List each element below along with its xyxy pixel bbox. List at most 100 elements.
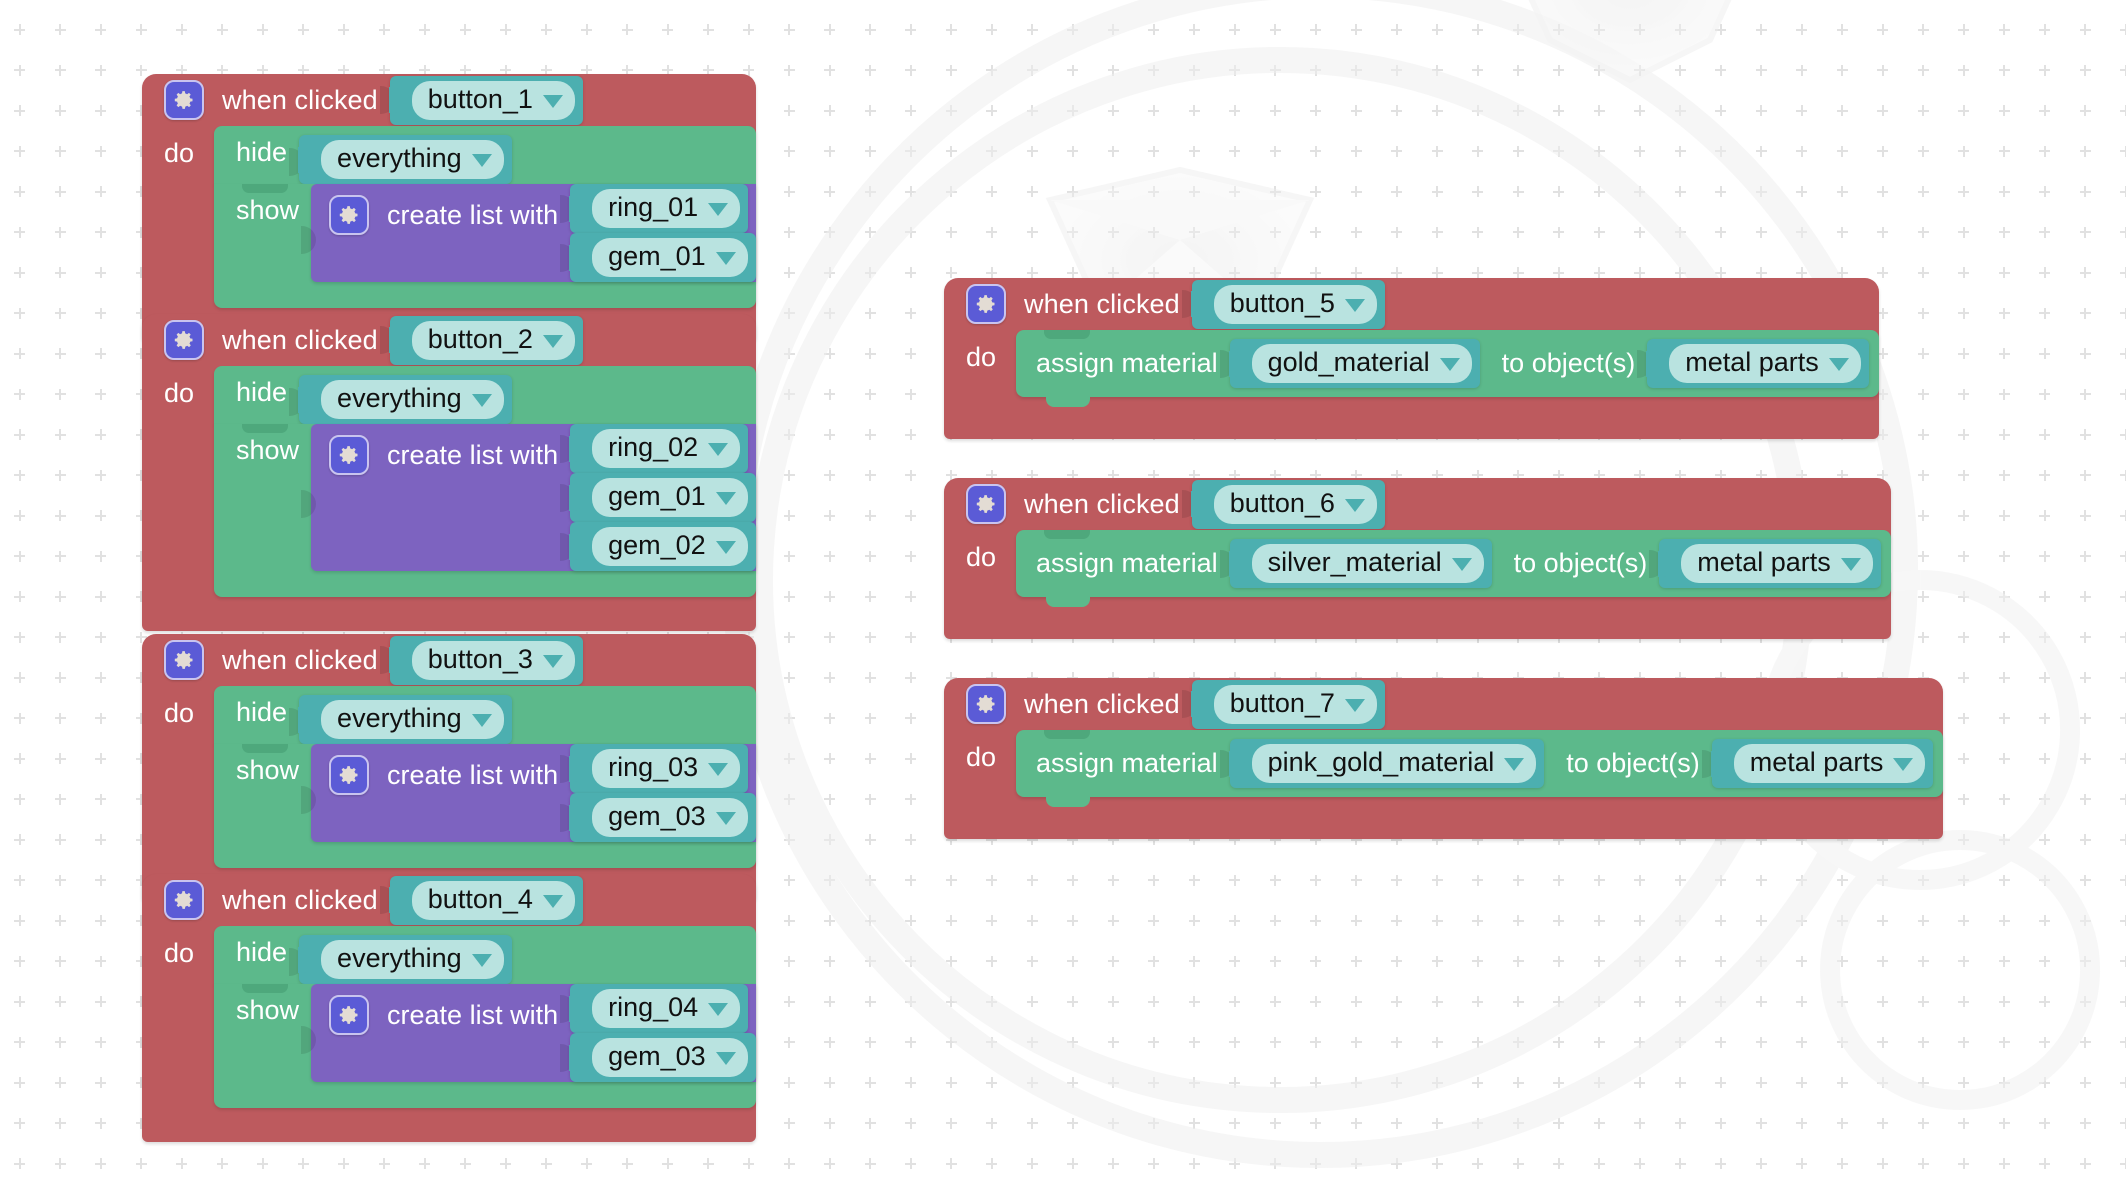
dropdown-field[interactable]: gem_01 — [592, 238, 748, 277]
chevron-down-icon[interactable] — [708, 1003, 729, 1016]
blockly-workspace[interactable]: when clicked button_1 do hide everything… — [0, 0, 2126, 1186]
gear-icon[interactable] — [329, 435, 370, 475]
script-button_1[interactable]: when clicked button_1 do hide everything… — [142, 74, 756, 342]
dropdown-field[interactable]: button_4 — [411, 880, 575, 920]
show-block[interactable]: show create list with — [214, 424, 756, 597]
chevron-down-icon[interactable] — [1439, 358, 1460, 371]
gear-icon[interactable] — [329, 995, 370, 1035]
list-item[interactable]: gem_02 — [558, 522, 756, 571]
show-block[interactable]: show create list with — [214, 184, 756, 308]
dropdown-field[interactable]: metal parts — [1733, 744, 1926, 783]
event-block-when-clicked[interactable]: when clicked button_6 do assign material — [944, 478, 1891, 639]
hide-block[interactable]: hide everything — [214, 366, 756, 424]
list-item[interactable]: ring_02 — [558, 424, 756, 473]
dropdown-trigger-button_1[interactable]: button_1 — [388, 75, 583, 125]
event-block-when-clicked[interactable]: when clicked button_5 do assign material — [944, 278, 1879, 439]
dropdown-trigger-button_5[interactable]: button_5 — [1190, 279, 1385, 329]
chevron-down-icon[interactable] — [471, 154, 492, 167]
chevron-down-icon[interactable] — [542, 94, 563, 108]
dropdown-field[interactable]: button_6 — [1213, 484, 1377, 524]
chevron-down-icon[interactable] — [1344, 698, 1365, 712]
hide-block[interactable]: hide everything — [214, 686, 756, 744]
chevron-down-icon[interactable] — [715, 541, 736, 554]
dropdown-trigger-target[interactable]: metal parts — [1658, 539, 1881, 588]
dropdown-trigger-item[interactable]: ring_03 — [569, 744, 749, 793]
chevron-down-icon[interactable] — [708, 763, 729, 776]
dropdown-trigger-button_4[interactable]: button_4 — [388, 875, 583, 925]
assign-material-block[interactable]: assign material pink_gold_material to ob… — [1016, 730, 1944, 807]
dropdown-field[interactable]: button_5 — [1213, 284, 1377, 324]
chevron-down-icon[interactable] — [1828, 358, 1849, 371]
event-block-when-clicked[interactable]: when clicked button_3 do hide everything… — [142, 634, 756, 902]
dropdown-trigger-everything[interactable]: everything — [298, 935, 512, 984]
chevron-down-icon[interactable] — [1344, 298, 1365, 312]
dropdown-field[interactable]: ring_03 — [592, 749, 741, 788]
chevron-down-icon[interactable] — [708, 443, 729, 456]
dropdown-field[interactable]: everything — [321, 380, 504, 419]
script-button_7[interactable]: when clicked button_7 do assign material — [944, 678, 1944, 839]
dropdown-field[interactable]: silver_material — [1251, 544, 1484, 583]
dropdown-trigger-everything[interactable]: everything — [298, 695, 512, 744]
chevron-down-icon[interactable] — [1504, 758, 1525, 771]
list-item[interactable]: gem_03 — [558, 793, 756, 842]
dropdown-field[interactable]: gem_02 — [592, 527, 748, 566]
chevron-down-icon[interactable] — [1451, 558, 1472, 571]
list-item[interactable]: gem_01 — [558, 473, 756, 522]
dropdown-trigger-material[interactable]: silver_material — [1228, 539, 1492, 588]
dropdown-field[interactable]: pink_gold_material — [1251, 744, 1537, 783]
chevron-down-icon[interactable] — [542, 894, 563, 908]
list-item[interactable]: gem_01 — [558, 233, 756, 282]
dropdown-trigger-everything[interactable]: everything — [298, 135, 512, 184]
chevron-down-icon[interactable] — [471, 954, 492, 967]
dropdown-trigger-target[interactable]: metal parts — [1710, 739, 1934, 788]
dropdown-trigger-button_7[interactable]: button_7 — [1190, 679, 1385, 729]
dropdown-trigger-target[interactable]: metal parts — [1646, 339, 1869, 388]
event-block-when-clicked[interactable]: when clicked button_4 do hide everything… — [142, 874, 756, 1142]
hide-block[interactable]: hide everything — [214, 926, 756, 984]
chevron-down-icon[interactable] — [471, 394, 492, 407]
gear-icon[interactable] — [164, 640, 204, 680]
gear-icon[interactable] — [164, 80, 204, 120]
chevron-down-icon[interactable] — [1840, 558, 1861, 571]
create-list-block[interactable]: create list with ring_03 gem_03 — [311, 744, 756, 842]
chevron-down-icon[interactable] — [715, 812, 736, 825]
dropdown-field[interactable]: button_2 — [411, 320, 575, 360]
gear-icon[interactable] — [329, 755, 370, 795]
chevron-down-icon[interactable] — [542, 654, 563, 668]
chevron-down-icon[interactable] — [715, 492, 736, 505]
chevron-down-icon[interactable] — [1344, 498, 1365, 512]
event-block-when-clicked[interactable]: when clicked button_1 do hide everything… — [142, 74, 756, 342]
dropdown-trigger-material[interactable]: gold_material — [1228, 339, 1480, 388]
script-button_3[interactable]: when clicked button_3 do hide everything… — [142, 634, 756, 902]
dropdown-trigger-item[interactable]: ring_02 — [569, 424, 749, 473]
assign-material-block[interactable]: assign material gold_material to object(… — [1016, 330, 1879, 407]
chevron-down-icon[interactable] — [715, 252, 736, 265]
chevron-down-icon[interactable] — [1893, 758, 1914, 771]
script-button_5[interactable]: when clicked button_5 do assign material — [944, 278, 1879, 439]
dropdown-trigger-button_6[interactable]: button_6 — [1190, 479, 1385, 529]
gear-icon[interactable] — [164, 880, 204, 920]
gear-icon[interactable] — [966, 484, 1006, 524]
assign-material-block[interactable]: assign material silver_material to objec… — [1016, 530, 1891, 607]
show-block[interactable]: show create list with — [214, 984, 756, 1108]
dropdown-trigger-item[interactable]: gem_01 — [569, 473, 756, 522]
list-item[interactable]: ring_03 — [558, 744, 756, 793]
script-button_2[interactable]: when clicked button_2 do hide everything… — [142, 314, 756, 631]
create-list-block[interactable]: create list with ring_02 gem_01 gem_02 — [311, 424, 756, 571]
hide-block[interactable]: hide everything — [214, 126, 756, 184]
script-button_4[interactable]: when clicked button_4 do hide everything… — [142, 874, 756, 1142]
dropdown-field[interactable]: button_1 — [411, 80, 575, 120]
dropdown-field[interactable]: metal parts — [1681, 544, 1873, 583]
list-item[interactable]: ring_01 — [558, 184, 756, 233]
dropdown-trigger-everything[interactable]: everything — [298, 375, 512, 424]
dropdown-field[interactable]: button_7 — [1213, 684, 1377, 724]
gear-icon[interactable] — [966, 284, 1006, 324]
create-list-block[interactable]: create list with ring_01 gem_01 — [311, 184, 756, 282]
dropdown-field[interactable]: everything — [321, 140, 504, 179]
dropdown-field[interactable]: metal parts — [1669, 344, 1861, 383]
event-block-when-clicked[interactable]: when clicked button_7 do assign material — [944, 678, 1944, 839]
dropdown-field[interactable]: button_3 — [411, 640, 575, 680]
chevron-down-icon[interactable] — [715, 1052, 736, 1065]
chevron-down-icon[interactable] — [542, 334, 563, 348]
event-block-when-clicked[interactable]: when clicked button_2 do hide everything… — [142, 314, 756, 631]
